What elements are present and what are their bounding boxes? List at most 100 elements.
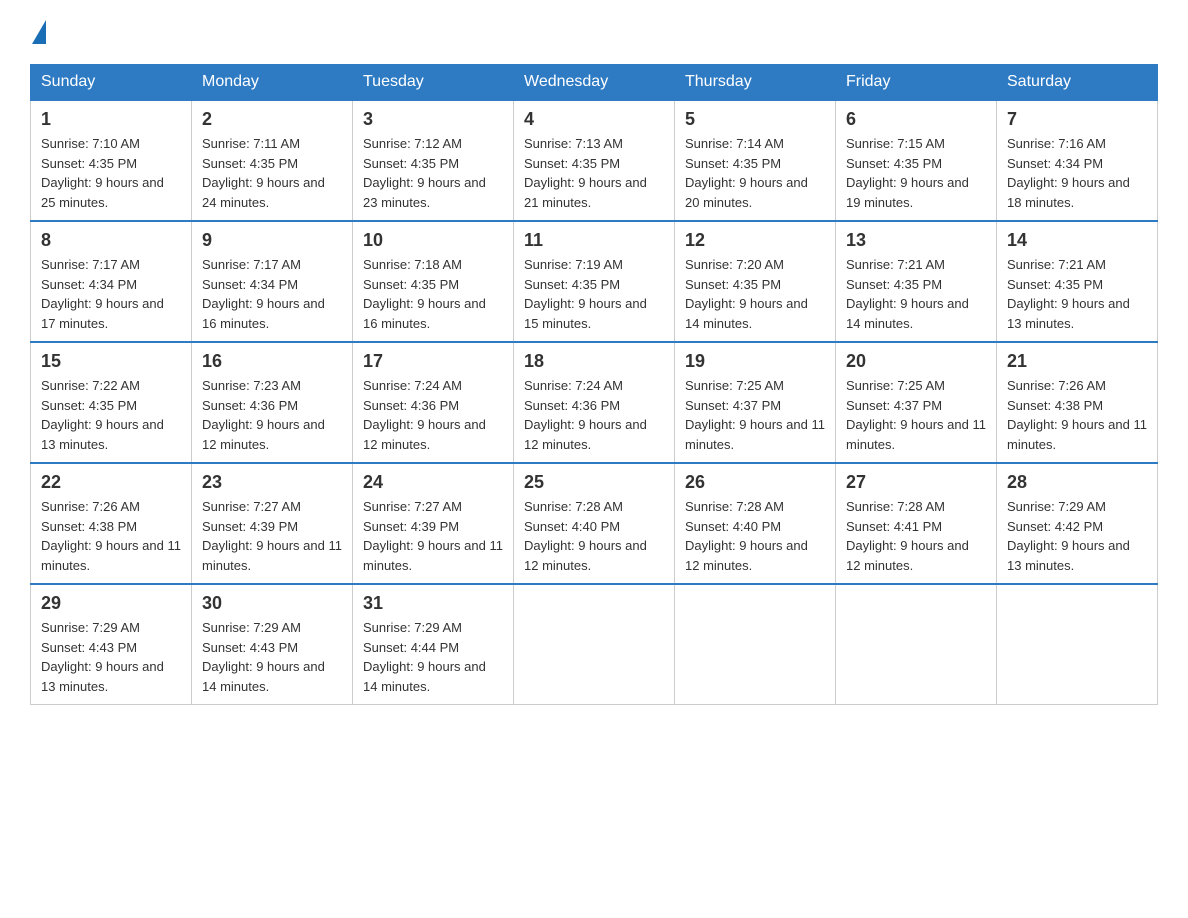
day-info: Sunrise: 7:28 AMSunset: 4:41 PMDaylight:…: [846, 497, 986, 575]
calendar-cell: 19 Sunrise: 7:25 AMSunset: 4:37 PMDayligh…: [675, 342, 836, 463]
day-number: 15: [41, 351, 181, 372]
day-info: Sunrise: 7:28 AMSunset: 4:40 PMDaylight:…: [524, 497, 664, 575]
day-info: Sunrise: 7:29 AMSunset: 4:43 PMDaylight:…: [41, 618, 181, 696]
day-number: 13: [846, 230, 986, 251]
day-number: 21: [1007, 351, 1147, 372]
day-number: 2: [202, 109, 342, 130]
calendar-cell: 26 Sunrise: 7:28 AMSunset: 4:40 PMDayligh…: [675, 463, 836, 584]
day-number: 4: [524, 109, 664, 130]
calendar-cell: 12 Sunrise: 7:20 AMSunset: 4:35 PMDayligh…: [675, 221, 836, 342]
calendar-cell: 17 Sunrise: 7:24 AMSunset: 4:36 PMDayligh…: [353, 342, 514, 463]
day-info: Sunrise: 7:14 AMSunset: 4:35 PMDaylight:…: [685, 134, 825, 212]
calendar-cell: [836, 584, 997, 705]
day-number: 29: [41, 593, 181, 614]
calendar-cell: 30 Sunrise: 7:29 AMSunset: 4:43 PMDayligh…: [192, 584, 353, 705]
day-number: 25: [524, 472, 664, 493]
day-number: 18: [524, 351, 664, 372]
day-info: Sunrise: 7:25 AMSunset: 4:37 PMDaylight:…: [685, 376, 825, 454]
day-number: 9: [202, 230, 342, 251]
weekday-header-tuesday: Tuesday: [353, 65, 514, 101]
calendar-cell: 27 Sunrise: 7:28 AMSunset: 4:41 PMDayligh…: [836, 463, 997, 584]
calendar-cell: [514, 584, 675, 705]
calendar-cell: 5 Sunrise: 7:14 AMSunset: 4:35 PMDaylight…: [675, 100, 836, 221]
day-info: Sunrise: 7:25 AMSunset: 4:37 PMDaylight:…: [846, 376, 986, 454]
day-info: Sunrise: 7:24 AMSunset: 4:36 PMDaylight:…: [363, 376, 503, 454]
day-number: 12: [685, 230, 825, 251]
calendar-week-2: 8 Sunrise: 7:17 AMSunset: 4:34 PMDaylight…: [31, 221, 1158, 342]
day-number: 7: [1007, 109, 1147, 130]
day-info: Sunrise: 7:28 AMSunset: 4:40 PMDaylight:…: [685, 497, 825, 575]
calendar-cell: 28Sunrise: 7:29 AMSunset: 4:42 PMDayligh…: [997, 463, 1158, 584]
calendar-week-3: 15 Sunrise: 7:22 AMSunset: 4:35 PMDayligh…: [31, 342, 1158, 463]
calendar-cell: 4 Sunrise: 7:13 AMSunset: 4:35 PMDaylight…: [514, 100, 675, 221]
calendar-cell: 15 Sunrise: 7:22 AMSunset: 4:35 PMDayligh…: [31, 342, 192, 463]
day-number: 26: [685, 472, 825, 493]
day-number: 3: [363, 109, 503, 130]
day-info: Sunrise: 7:20 AMSunset: 4:35 PMDaylight:…: [685, 255, 825, 333]
day-info: Sunrise: 7:26 AMSunset: 4:38 PMDaylight:…: [41, 497, 181, 575]
weekday-header-saturday: Saturday: [997, 65, 1158, 101]
day-number: 17: [363, 351, 503, 372]
day-info: Sunrise: 7:24 AMSunset: 4:36 PMDaylight:…: [524, 376, 664, 454]
day-number: 28: [1007, 472, 1147, 493]
day-number: 27: [846, 472, 986, 493]
calendar-cell: 24Sunrise: 7:27 AMSunset: 4:39 PMDayligh…: [353, 463, 514, 584]
day-info: Sunrise: 7:29 AMSunset: 4:43 PMDaylight:…: [202, 618, 342, 696]
calendar-cell: 7 Sunrise: 7:16 AMSunset: 4:34 PMDaylight…: [997, 100, 1158, 221]
calendar-cell: 13 Sunrise: 7:21 AMSunset: 4:35 PMDayligh…: [836, 221, 997, 342]
calendar-cell: 29 Sunrise: 7:29 AMSunset: 4:43 PMDayligh…: [31, 584, 192, 705]
day-info: Sunrise: 7:16 AMSunset: 4:34 PMDaylight:…: [1007, 134, 1147, 212]
calendar-cell: 8 Sunrise: 7:17 AMSunset: 4:34 PMDaylight…: [31, 221, 192, 342]
calendar-cell: 9 Sunrise: 7:17 AMSunset: 4:34 PMDaylight…: [192, 221, 353, 342]
day-info: Sunrise: 7:21 AMSunset: 4:35 PMDaylight:…: [1007, 255, 1147, 333]
calendar-cell: [675, 584, 836, 705]
day-number: 20: [846, 351, 986, 372]
day-info: Sunrise: 7:11 AMSunset: 4:35 PMDaylight:…: [202, 134, 342, 212]
logo-triangle-icon: [32, 20, 46, 44]
day-number: 5: [685, 109, 825, 130]
weekday-header-friday: Friday: [836, 65, 997, 101]
day-info: Sunrise: 7:13 AMSunset: 4:35 PMDaylight:…: [524, 134, 664, 212]
weekday-header-sunday: Sunday: [31, 65, 192, 101]
calendar-table: SundayMondayTuesdayWednesdayThursdayFrid…: [30, 64, 1158, 705]
calendar-week-1: 1 Sunrise: 7:10 AMSunset: 4:35 PMDaylight…: [31, 100, 1158, 221]
calendar-cell: 14 Sunrise: 7:21 AMSunset: 4:35 PMDayligh…: [997, 221, 1158, 342]
day-number: 1: [41, 109, 181, 130]
calendar-cell: 6Sunrise: 7:15 AMSunset: 4:35 PMDaylight…: [836, 100, 997, 221]
logo: [30, 20, 48, 44]
day-number: 14: [1007, 230, 1147, 251]
calendar-cell: 16Sunrise: 7:23 AMSunset: 4:36 PMDayligh…: [192, 342, 353, 463]
day-info: Sunrise: 7:19 AMSunset: 4:35 PMDaylight:…: [524, 255, 664, 333]
calendar-cell: 3 Sunrise: 7:12 AMSunset: 4:35 PMDaylight…: [353, 100, 514, 221]
day-info: Sunrise: 7:17 AMSunset: 4:34 PMDaylight:…: [202, 255, 342, 333]
day-info: Sunrise: 7:10 AMSunset: 4:35 PMDaylight:…: [41, 134, 181, 212]
day-number: 23: [202, 472, 342, 493]
calendar-header: SundayMondayTuesdayWednesdayThursdayFrid…: [31, 65, 1158, 101]
weekday-header-monday: Monday: [192, 65, 353, 101]
day-info: Sunrise: 7:26 AMSunset: 4:38 PMDaylight:…: [1007, 376, 1147, 454]
calendar-body: 1 Sunrise: 7:10 AMSunset: 4:35 PMDaylight…: [31, 100, 1158, 705]
day-number: 6: [846, 109, 986, 130]
calendar-cell: 31Sunrise: 7:29 AMSunset: 4:44 PMDayligh…: [353, 584, 514, 705]
day-number: 30: [202, 593, 342, 614]
day-number: 22: [41, 472, 181, 493]
calendar-cell: 1 Sunrise: 7:10 AMSunset: 4:35 PMDaylight…: [31, 100, 192, 221]
day-info: Sunrise: 7:17 AMSunset: 4:34 PMDaylight:…: [41, 255, 181, 333]
calendar-cell: [997, 584, 1158, 705]
calendar-week-4: 22 Sunrise: 7:26 AMSunset: 4:38 PMDayligh…: [31, 463, 1158, 584]
day-number: 8: [41, 230, 181, 251]
day-number: 31: [363, 593, 503, 614]
day-info: Sunrise: 7:21 AMSunset: 4:35 PMDaylight:…: [846, 255, 986, 333]
day-info: Sunrise: 7:23 AMSunset: 4:36 PMDaylight:…: [202, 376, 342, 454]
day-info: Sunrise: 7:22 AMSunset: 4:35 PMDaylight:…: [41, 376, 181, 454]
calendar-cell: 2 Sunrise: 7:11 AMSunset: 4:35 PMDaylight…: [192, 100, 353, 221]
day-info: Sunrise: 7:12 AMSunset: 4:35 PMDaylight:…: [363, 134, 503, 212]
calendar-cell: 10Sunrise: 7:18 AMSunset: 4:35 PMDayligh…: [353, 221, 514, 342]
day-info: Sunrise: 7:27 AMSunset: 4:39 PMDaylight:…: [202, 497, 342, 575]
calendar-cell: 21 Sunrise: 7:26 AMSunset: 4:38 PMDayligh…: [997, 342, 1158, 463]
weekday-header-wednesday: Wednesday: [514, 65, 675, 101]
calendar-week-5: 29 Sunrise: 7:29 AMSunset: 4:43 PMDayligh…: [31, 584, 1158, 705]
page-header: [30, 20, 1158, 44]
day-number: 19: [685, 351, 825, 372]
calendar-cell: 20 Sunrise: 7:25 AMSunset: 4:37 PMDayligh…: [836, 342, 997, 463]
